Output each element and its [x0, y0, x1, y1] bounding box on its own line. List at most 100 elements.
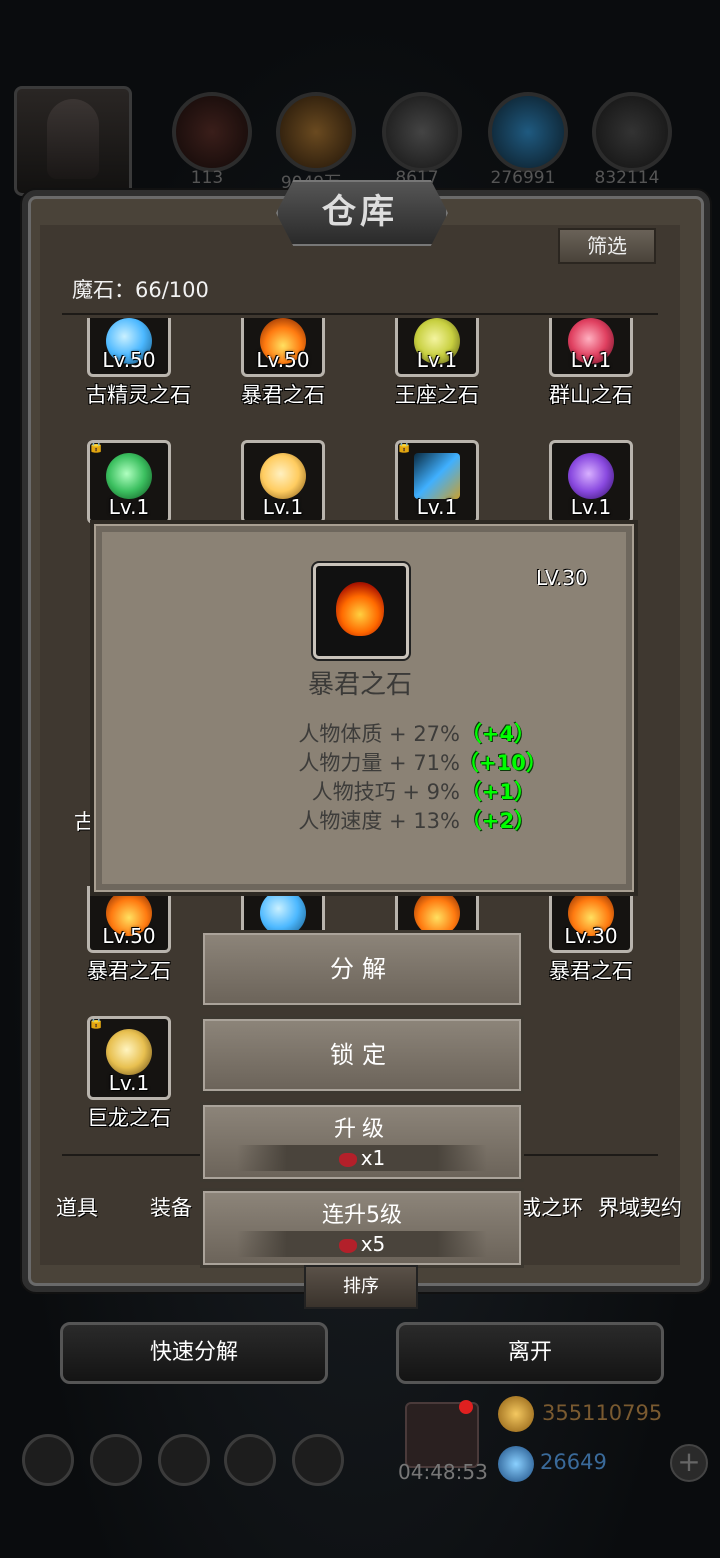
stat-bonus: （+10）	[458, 751, 547, 775]
grid-item[interactable]: Lv.50 暴君之石	[240, 318, 326, 409]
decompose-label: 分解	[330, 955, 394, 983]
diamond-icon	[498, 1446, 534, 1482]
upgrade-label: 升级	[333, 1117, 390, 1142]
item-level: Lv.50	[102, 348, 156, 372]
grid-item[interactable]: Lv.50 古精灵之石	[86, 318, 191, 409]
stat-line: 人物力量 + 71%	[298, 751, 460, 775]
add-currency-button[interactable]: +	[670, 1444, 708, 1482]
grid-item[interactable]: Lv.1	[240, 440, 326, 524]
item-slot: Lv.50	[241, 318, 325, 377]
item-slot: Lv.1	[549, 440, 633, 524]
item-level: Lv.1	[416, 348, 458, 372]
iron-icon	[382, 92, 462, 172]
achievement-icon[interactable]	[90, 1434, 142, 1486]
item-slot: Lv.50	[87, 886, 171, 953]
leave-button[interactable]: 离开	[396, 1322, 664, 1384]
page-title: 仓库	[322, 192, 398, 232]
lock-icon: 🔒	[396, 440, 413, 454]
item-level: Lv.1	[416, 495, 458, 519]
item-slot: 🔒 Lv.1	[395, 440, 479, 524]
tab-equipment[interactable]: 装备	[150, 1192, 192, 1222]
item-slot: Lv.50	[87, 318, 171, 377]
lock-icon: 🔒	[88, 440, 105, 454]
grid-item[interactable]: 🔒 Lv.1	[394, 440, 480, 524]
steel-icon	[592, 92, 672, 172]
tab-ring[interactable]: 或之环	[520, 1192, 583, 1222]
lock-button[interactable]: 锁定	[200, 1016, 524, 1094]
grid-item[interactable]: 🔒 Lv.1 巨龙之石	[86, 1016, 172, 1132]
item-name: 暴君之石	[87, 959, 171, 983]
diamond-amount: 26649	[540, 1450, 607, 1474]
item-detail-icon	[313, 563, 409, 659]
item-level: Lv.1	[108, 495, 150, 519]
item-slot: 🔒 Lv.1	[87, 440, 171, 524]
tab-realm-contract[interactable]: 界域契约	[598, 1192, 682, 1222]
item-name: 巨龙之石	[87, 1106, 171, 1130]
tyrant-stone-icon	[336, 582, 384, 636]
avatar-portrait	[47, 99, 99, 179]
resource-value: 832114	[594, 168, 660, 188]
item-slot: Lv.1	[549, 318, 633, 377]
grid-item[interactable]: 🔒 Lv.1	[86, 440, 172, 524]
wood-icon	[276, 92, 356, 172]
player-avatar[interactable]	[14, 86, 132, 196]
stat-line: 人物技巧 + 9%	[311, 780, 460, 804]
shop-icon[interactable]	[292, 1434, 344, 1486]
gold-amount: 355110795	[542, 1401, 663, 1425]
lock-icon: 🔒	[88, 1016, 105, 1030]
resource-value: 113	[190, 168, 224, 188]
item-level: Lv.50	[102, 924, 156, 948]
tab-items[interactable]: 道具	[56, 1192, 98, 1222]
item-name: 王座之石	[395, 383, 479, 407]
upgrade-cost-value: x1	[360, 1146, 386, 1170]
settings-icon[interactable]	[22, 1434, 74, 1486]
item-level: Lv.1	[570, 348, 612, 372]
item-slot: 🔒 Lv.1	[87, 1016, 171, 1100]
grid-item[interactable]: Lv.50 暴君之石	[86, 886, 172, 985]
blue-stone-icon	[414, 453, 460, 499]
grid-item[interactable]: Lv.1	[548, 440, 634, 524]
item-detail-level: LV.30	[536, 566, 588, 590]
gift-icon[interactable]	[405, 1400, 479, 1468]
hero-icon[interactable]	[158, 1434, 210, 1486]
item-name: 暴君之石	[241, 383, 325, 407]
item-slot: Lv.1	[241, 440, 325, 524]
item-slot: Lv.1	[395, 318, 479, 377]
stat-bonus: （+1）	[460, 780, 536, 804]
stat-bonus: （+4）	[460, 722, 536, 746]
grid-item[interactable]: Lv.30 暴君之石	[548, 886, 634, 985]
item-detail-name: 暴君之石	[307, 670, 412, 700]
upgrade-5-cost-value: x5	[360, 1232, 386, 1256]
ore-icon	[172, 92, 252, 172]
gold-stone-icon	[260, 453, 306, 499]
item-name: 暴君之石	[549, 959, 633, 983]
grid-item[interactable]: Lv.1 王座之石	[394, 318, 480, 409]
quick-decompose-button[interactable]: 快速分解	[60, 1322, 328, 1384]
item-level: Lv.1	[262, 495, 304, 519]
lock-label: 锁定	[330, 1041, 394, 1069]
item-level: Lv.1	[108, 1071, 150, 1095]
upgrade-5-label: 连升5级	[322, 1203, 402, 1228]
stat-bonus: （+2）	[460, 809, 536, 833]
mail-icon[interactable]	[224, 1434, 276, 1486]
ruby-icon	[338, 1152, 357, 1167]
item-name: 古精灵之石	[86, 383, 191, 407]
item-level: Lv.50	[256, 348, 310, 372]
filter-button[interactable]: 筛选	[558, 228, 656, 264]
item-slot: Lv.30	[549, 886, 633, 953]
ruby-icon	[338, 1238, 357, 1253]
stat-line: 人物体质 + 27%	[298, 722, 460, 746]
decompose-button[interactable]: 分解	[200, 930, 524, 1008]
gold-icon	[498, 1396, 534, 1432]
divider	[62, 313, 658, 315]
grid-item[interactable]: Lv.1 群山之石	[548, 318, 634, 409]
item-name: 群山之石	[549, 383, 633, 407]
item-level: Lv.1	[570, 495, 612, 519]
upgrade-button[interactable]: 升级 x1	[200, 1102, 524, 1182]
dragon-stone-icon	[106, 1029, 152, 1075]
upgrade-5-button[interactable]: 连升5级 x5	[200, 1188, 524, 1268]
sort-button[interactable]: 排序	[304, 1265, 418, 1309]
green-stone-icon	[106, 453, 152, 499]
notification-dot	[459, 1400, 473, 1414]
purple-stone-icon	[568, 453, 614, 499]
